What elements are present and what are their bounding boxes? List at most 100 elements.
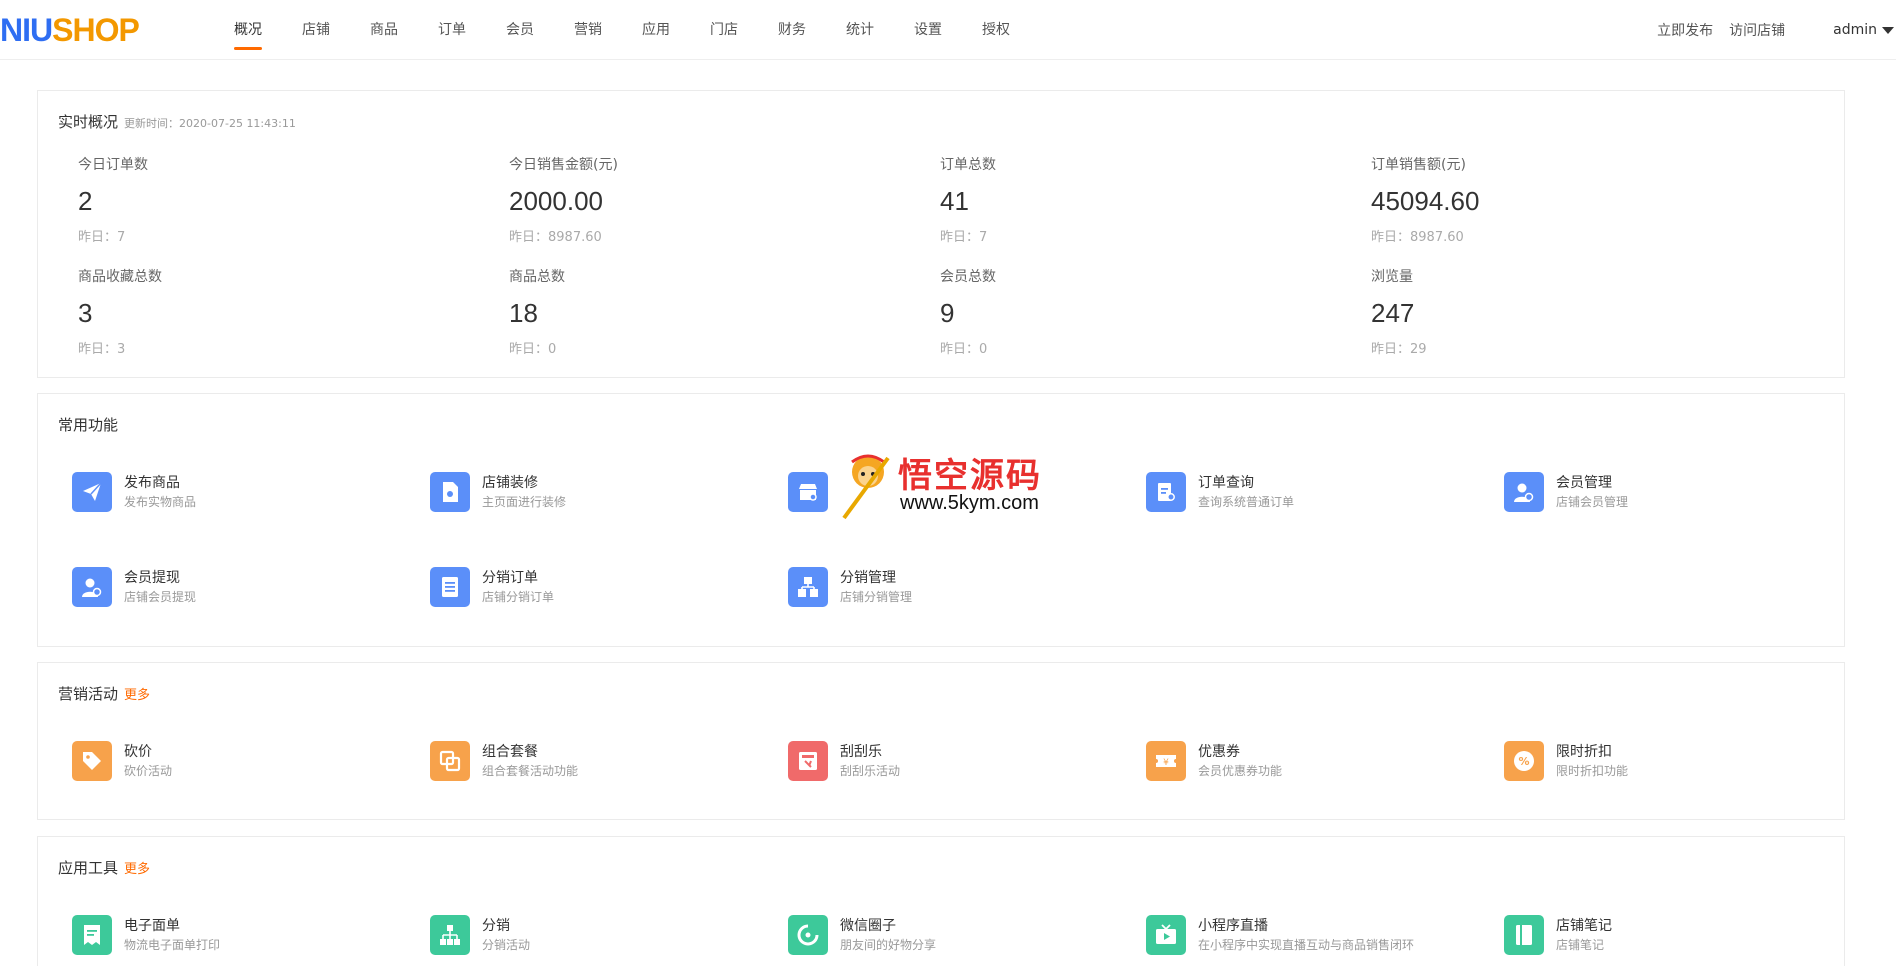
nav-finance[interactable]: 财务: [758, 0, 826, 60]
user-menu[interactable]: admin: [1833, 22, 1894, 38]
live-tv-icon: [1146, 915, 1186, 955]
nav-members[interactable]: 会员: [486, 0, 554, 60]
feature-coupon[interactable]: ¥ 优惠券 会员优惠券功能: [1146, 739, 1466, 783]
publish-now-link[interactable]: 立即发布: [1657, 20, 1713, 40]
list-doc-icon: [430, 567, 470, 607]
feature-distribution-manage[interactable]: 分销管理 店铺分销管理: [788, 565, 1108, 609]
feature-name: 分销订单: [482, 570, 538, 586]
feature-name: 订单查询: [1198, 475, 1254, 491]
feature-text: 电子面单 物流电子面单打印: [124, 916, 220, 954]
stat-label: 今日销售金额(元): [509, 157, 618, 173]
nav-goods[interactable]: 商品: [350, 0, 418, 60]
feature-name: 会员管理: [1556, 475, 1612, 491]
visit-store-link[interactable]: 访问店铺: [1729, 20, 1785, 40]
stat-members-total: 会员总数 9 昨日：0: [940, 267, 1340, 359]
stat-today-orders: 今日订单数 2 昨日：7: [78, 155, 478, 247]
feature-name: 电子面单: [124, 918, 180, 934]
hierarchy-icon: [788, 567, 828, 607]
order-search-icon: [1146, 472, 1186, 512]
stat-order-sales: 订单销售额(元) 45094.60 昨日：8987.60: [1371, 155, 1771, 247]
stat-page-views: 浏览量 247 昨日：29: [1371, 267, 1771, 359]
stat-value: 247: [1371, 298, 1415, 328]
feature-desc: 主页面进行装修: [482, 495, 567, 509]
stat-value: 3: [78, 298, 93, 328]
main-nav: 概况 店铺 商品 订单 会员 营销 应用 门店 财务 统计 设置 授权: [214, 0, 1030, 60]
nav-store[interactable]: 店铺: [282, 0, 350, 60]
common-functions-panel: 常用功能 发布商品 发布实物商品 店铺装修 主页面进行装修 订单查询 查询系统普…: [37, 393, 1845, 647]
feature-order-query[interactable]: 订单查询 查询系统普通订单: [1146, 470, 1466, 514]
feature-desc: 砍价活动: [124, 764, 173, 778]
store-icon: [788, 472, 828, 512]
feature-name: 分销: [482, 918, 510, 934]
stat-yesterday: 昨日：0: [509, 342, 557, 357]
watermark-overlay: 悟空源码 www.5kym.com: [838, 448, 1062, 520]
feature-store-decoration[interactable]: 店铺装修 主页面进行装修: [430, 470, 750, 514]
scratch-card-icon: [788, 741, 828, 781]
feature-scratch-card[interactable]: 刮刮乐 刮刮乐活动: [788, 739, 1108, 783]
tools-panel: 应用工具 更多 电子面单 物流电子面单打印 分销 分销活动 微信圈子 朋友间的好…: [37, 836, 1845, 966]
feature-desc: 店铺分销订单: [482, 590, 555, 604]
nav-apps[interactable]: 应用: [622, 0, 690, 60]
marketing-more-link[interactable]: 更多: [124, 684, 150, 703]
notebook-icon: [1504, 915, 1544, 955]
brand-logo[interactable]: NIUSHOP: [0, 10, 140, 50]
feature-text: 店铺笔记 店铺笔记: [1556, 916, 1612, 954]
feature-text: 会员提现 店铺会员提现: [124, 568, 196, 606]
tools-more-link[interactable]: 更多: [124, 858, 150, 877]
stat-label: 商品总数: [509, 269, 565, 285]
feature-text: 优惠券 会员优惠券功能: [1198, 742, 1282, 780]
feature-text: 组合套餐 组合套餐活动功能: [482, 742, 578, 780]
panel-title: 常用功能: [58, 416, 119, 434]
feature-member-withdraw[interactable]: 会员提现 店铺会员提现: [72, 565, 392, 609]
feature-name: 刮刮乐: [840, 744, 882, 760]
feature-member-manage[interactable]: 会员管理 店铺会员管理: [1504, 470, 1824, 514]
nav-authorize[interactable]: 授权: [962, 0, 1030, 60]
nav-settings[interactable]: 设置: [894, 0, 962, 60]
nav-marketing[interactable]: 营销: [554, 0, 622, 60]
nav-orders[interactable]: 订单: [418, 0, 486, 60]
svg-text:¥: ¥: [1163, 758, 1169, 768]
stat-label: 浏览量: [1371, 269, 1413, 285]
nav-overview[interactable]: 概况: [214, 0, 282, 60]
feature-wechat-circle[interactable]: 微信圈子 朋友间的好物分享: [788, 913, 1108, 957]
feature-name: 限时折扣: [1556, 744, 1612, 760]
logo-text-shop: SHOP: [52, 12, 140, 48]
feature-mini-live[interactable]: 小程序直播 在小程序中实现直播互动与商品销售闭环: [1146, 913, 1486, 957]
feature-text: 砍价 砍价活动: [124, 742, 172, 780]
feature-waybill[interactable]: 电子面单 物流电子面单打印: [72, 913, 392, 957]
marketing-panel: 营销活动 更多 砍价 砍价活动 组合套餐 组合套餐活动功能 刮刮乐 刮刮乐活动 …: [37, 662, 1845, 820]
feature-combo[interactable]: 组合套餐 组合套餐活动功能: [430, 739, 750, 783]
stat-label: 商品收藏总数: [78, 269, 162, 285]
feature-distribution[interactable]: 分销 分销活动: [430, 913, 750, 957]
feature-text: 小程序直播 在小程序中实现直播互动与商品销售闭环: [1198, 916, 1414, 954]
feature-distribution-orders[interactable]: 分销订单 店铺分销订单: [430, 565, 750, 609]
stat-label: 今日订单数: [78, 157, 148, 173]
percent-badge-icon: %: [1504, 741, 1544, 781]
stat-total-orders: 订单总数 41 昨日：7: [940, 155, 1340, 247]
stat-yesterday: 昨日：3: [78, 342, 126, 357]
nav-shops[interactable]: 门店: [690, 0, 758, 60]
feature-text: 分销 分销活动: [482, 916, 530, 954]
feature-publish-goods[interactable]: 发布商品 发布实物商品: [72, 470, 392, 514]
stat-yesterday: 昨日：8987.60: [1371, 230, 1464, 245]
watermark-title: 悟空源码: [898, 456, 1042, 496]
distribution-icon: [430, 915, 470, 955]
feature-name: 小程序直播: [1198, 918, 1268, 934]
combo-icon: [430, 741, 470, 781]
stat-value: 2: [78, 186, 93, 216]
feature-name: 砍价: [124, 744, 152, 760]
page-design-icon: [430, 472, 470, 512]
stat-yesterday: 昨日：7: [78, 230, 126, 245]
feature-bargain[interactable]: 砍价 砍价活动: [72, 739, 392, 783]
member-withdraw-icon: [72, 567, 112, 607]
feature-limited-discount[interactable]: % 限时折扣 限时折扣功能: [1504, 739, 1824, 783]
feature-name: 分销管理: [840, 570, 896, 586]
panel-title: 营销活动: [58, 685, 119, 703]
nav-stats[interactable]: 统计: [826, 0, 894, 60]
monkey-logo-icon: [842, 454, 890, 520]
feature-desc: 在小程序中实现直播互动与商品销售闭环: [1198, 938, 1415, 952]
username: admin: [1833, 22, 1877, 38]
stat-goods-total: 商品总数 18 昨日：0: [509, 267, 909, 359]
feature-desc: 店铺笔记: [1556, 938, 1605, 952]
feature-store-notes[interactable]: 店铺笔记 店铺笔记: [1504, 913, 1824, 957]
